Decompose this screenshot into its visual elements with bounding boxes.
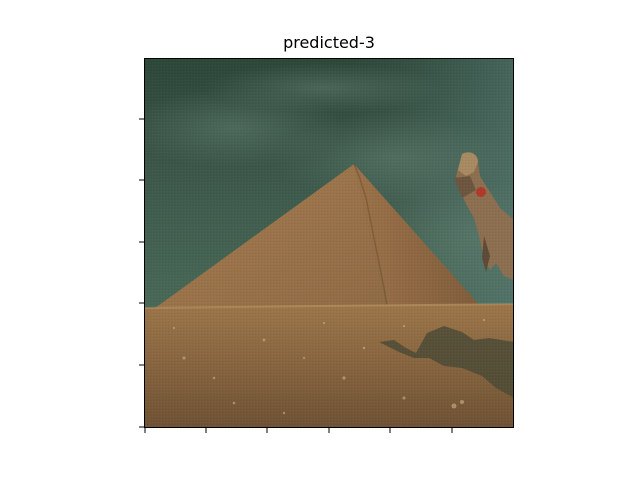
image-axes	[139, 58, 514, 433]
pyramid-image	[144, 58, 514, 428]
figure: predicted-3	[0, 0, 640, 480]
plot-title: predicted-3	[283, 33, 375, 52]
